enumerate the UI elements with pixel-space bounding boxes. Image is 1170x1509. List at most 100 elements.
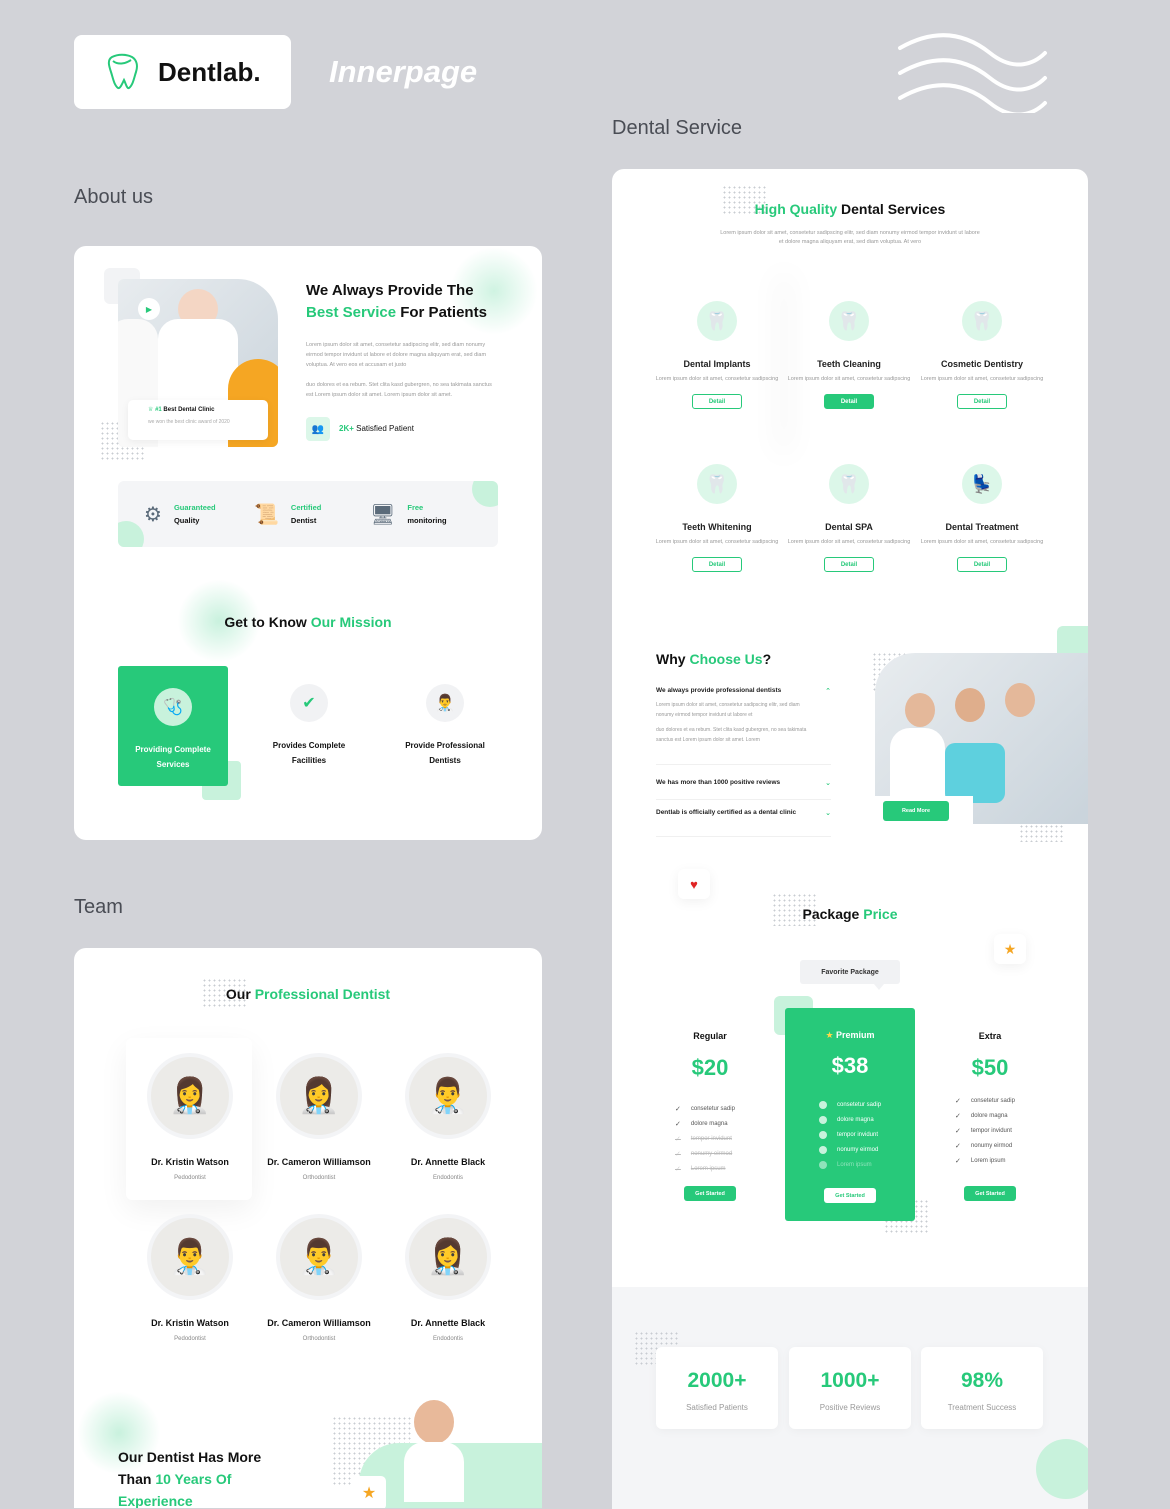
thumbs-up-badge-icon: ⚙ bbox=[144, 503, 162, 526]
why-title: Why Choose Us? bbox=[656, 651, 772, 667]
tooth-shield-icon: 🦷 bbox=[829, 464, 869, 504]
check-circle-icon bbox=[819, 1115, 827, 1124]
service-desc: Lorem ipsum dolor sit amet, consetetur s… bbox=[920, 539, 1044, 545]
team-card: Our Professional Dentist 👩‍⚕️ Dr. Kristin… bbox=[74, 948, 542, 1508]
plan-price: $20 bbox=[691, 1055, 729, 1080]
get-started-button[interactable]: Get Started bbox=[964, 1186, 1016, 1201]
stat-value: 1000+ bbox=[820, 1369, 880, 1392]
mission-card-facilities[interactable]: ✔ Provides Complete Facilities bbox=[254, 684, 364, 768]
plan-name: Regular bbox=[693, 1031, 727, 1041]
doctor-role: Pedodontist bbox=[174, 1175, 206, 1181]
award-icon: ♕ bbox=[148, 407, 154, 413]
faq-question: We has more than 1000 positive reviews bbox=[656, 779, 781, 786]
plan-feature: ✓ consetetur sadip bbox=[675, 1105, 735, 1113]
award-title: Best Dental Clinic bbox=[163, 407, 215, 413]
service-desc: Lorem ipsum dolor sit amet, consetetur s… bbox=[920, 376, 1044, 382]
dentists-group-icon: 👨‍⚕️ bbox=[426, 684, 464, 722]
brand-name: Dentlab. bbox=[158, 56, 261, 87]
services-title: High Quality Dental Services bbox=[754, 201, 946, 217]
tooth-magnifier-icon: 🦷 bbox=[962, 301, 1002, 341]
team-title: Our Professional Dentist bbox=[225, 986, 391, 1002]
doctor-card[interactable]: 👨‍⚕️ Dr. Cameron Williamson Orthodontist bbox=[255, 1214, 383, 1342]
detail-button[interactable]: Detail bbox=[957, 394, 1007, 409]
doctor-photo: 👨‍⚕️ bbox=[147, 1214, 233, 1300]
features-strip: ⚙ Guaranteed Quality 📜 Certified Dentist 🖥… bbox=[118, 481, 498, 547]
shining-tooth-icon: 🦷 bbox=[697, 464, 737, 504]
mission-label: Provides Complete Facilities bbox=[272, 741, 346, 765]
section-label-dental-service: Dental Service bbox=[612, 117, 743, 139]
check-icon: ✓ bbox=[955, 1097, 961, 1105]
award-subtitle: we won the best clinic award of 2020 bbox=[148, 419, 230, 425]
plan-feature: nonumy eirmod bbox=[785, 1142, 915, 1157]
doctor-card[interactable]: 👨‍⚕️ Dr. Annette Black Endodontis bbox=[384, 1053, 512, 1181]
service-desc: Lorem ipsum dolor sit amet, consetetur s… bbox=[655, 539, 779, 545]
check-circle-icon bbox=[819, 1130, 827, 1139]
plan-extra: Extra $50 ✓ consetetur sadip ✓ dolore magn… bbox=[935, 1031, 1045, 1201]
play-video-button[interactable]: ▶ bbox=[138, 298, 160, 320]
faq-answer: Lorem ipsum dolor sit amet, consetetur s… bbox=[656, 702, 800, 718]
plan-regular: Regular $20 ✓ consetetur sadip ✓ dolore ma… bbox=[655, 1031, 765, 1201]
chevron-up-icon[interactable]: ⌃ bbox=[825, 687, 831, 695]
patients-icon: 👥 bbox=[306, 417, 330, 441]
favorite-package-tag: Favorite Package bbox=[800, 960, 900, 984]
service-dental-implants[interactable]: 🦷 Dental Implants Lorem ipsum dolor sit am… bbox=[652, 301, 782, 409]
service-dental-treatment[interactable]: 💺 Dental Treatment Lorem ipsum dolor sit a… bbox=[917, 464, 1047, 572]
award-rank: #1 bbox=[155, 407, 162, 413]
star-icon: ★ bbox=[994, 934, 1026, 964]
doctor-card[interactable]: 👨‍⚕️ Dr. Kristin Watson Pedodontist bbox=[126, 1214, 254, 1342]
stats-section: 2000+ Satisfied Patients 1000+ Positive Re… bbox=[612, 1287, 1088, 1509]
detail-button[interactable]: Detail bbox=[692, 557, 742, 572]
check-icon: ✓ bbox=[675, 1165, 681, 1173]
service-teeth-cleaning[interactable]: 🦷 Teeth Cleaning Lorem ipsum dolor sit ame… bbox=[784, 301, 914, 409]
plan-feature-disabled: Lorem ipsum bbox=[785, 1157, 915, 1172]
waves-decoration-icon bbox=[898, 33, 1047, 113]
detail-button[interactable]: Detail bbox=[824, 557, 874, 572]
doctor-card[interactable]: 👩‍⚕️ Dr. Kristin Watson Pedodontist bbox=[126, 1053, 254, 1181]
plan-feature: dolore magna bbox=[785, 1112, 915, 1127]
senior-dentist-photo bbox=[404, 1400, 464, 1502]
satisfied-patients: 2K+ Satisfied Patient bbox=[339, 424, 414, 433]
plan-name: ★ Premium bbox=[825, 1030, 875, 1040]
service-teeth-whitening[interactable]: 🦷 Teeth Whitening Lorem ipsum dolor sit am… bbox=[652, 464, 782, 572]
faq-item[interactable]: Dentlab is officially certified as a den… bbox=[656, 809, 831, 837]
faq-item[interactable]: We always provide professional dentists ⌃… bbox=[656, 687, 831, 745]
doctor-card[interactable]: 👩‍⚕️ Dr. Cameron Williamson Orthodontist bbox=[255, 1053, 383, 1181]
tooth-logo-icon bbox=[107, 53, 138, 90]
service-cosmetic-dentistry[interactable]: 🦷 Cosmetic Dentistry Lorem ipsum dolor sit… bbox=[917, 301, 1047, 409]
chevron-down-icon[interactable]: ⌄ bbox=[825, 809, 831, 817]
plan-feature: ✓ Lorem ipsum bbox=[955, 1157, 1006, 1165]
stat-label: Positive Reviews bbox=[819, 1403, 881, 1412]
doctor-photo: 👨‍⚕️ bbox=[405, 1053, 491, 1139]
check-icon: ✓ bbox=[955, 1127, 961, 1135]
detail-button[interactable]: Detail bbox=[824, 394, 874, 409]
about-paragraph-2: duo dolores et ea rebum. Stet clita kasd… bbox=[306, 382, 492, 398]
get-started-button[interactable]: Get Started bbox=[824, 1188, 876, 1203]
feature-certified-dentist: 📜 Certified Dentist bbox=[254, 503, 322, 526]
services-description: Lorem ipsum dolor sit amet, consetetur s… bbox=[720, 230, 980, 245]
stat-label: Treatment Success bbox=[947, 1403, 1017, 1412]
service-title: Teeth Cleaning bbox=[817, 359, 881, 369]
detail-button[interactable]: Detail bbox=[957, 557, 1007, 572]
service-desc: Lorem ipsum dolor sit amet, consetetur s… bbox=[787, 539, 911, 545]
doctor-card[interactable]: 👩‍⚕️ Dr. Annette Black Endodontis bbox=[384, 1214, 512, 1342]
get-started-button[interactable]: Get Started bbox=[684, 1186, 736, 1201]
chevron-down-icon[interactable]: ⌄ bbox=[825, 779, 831, 787]
mission-card-complete-services[interactable]: 🩺 Providing Complete Services bbox=[118, 666, 228, 786]
service-desc: Lorem ipsum dolor sit amet, consetetur s… bbox=[655, 376, 779, 382]
faq-item[interactable]: We has more than 1000 positive reviews ⌄ bbox=[656, 764, 831, 800]
stat-card: 98% Treatment Success bbox=[921, 1347, 1043, 1429]
service-title: Dental Implants bbox=[683, 359, 751, 369]
service-dental-spa[interactable]: 🦷 Dental SPA Lorem ipsum dolor sit amet, c… bbox=[784, 464, 914, 572]
read-more-button[interactable]: Read More bbox=[883, 801, 949, 821]
doctor-name: Dr. Annette Black bbox=[410, 1318, 486, 1328]
check-icon: ✓ bbox=[675, 1135, 681, 1143]
doctor-name: Dr. Cameron Williamson bbox=[267, 1157, 371, 1167]
check-badge-icon: ✔ bbox=[290, 684, 328, 722]
award-badge: ♕ #1 Best Dental Clinic we won the best … bbox=[128, 400, 268, 440]
mission-card-dentists[interactable]: 👨‍⚕️ Provide Professional Dentists bbox=[390, 684, 500, 768]
plan-feature: ✓ tempor invidunt bbox=[955, 1127, 1012, 1135]
plan-feature: tempor invidunt bbox=[785, 1127, 915, 1142]
detail-button[interactable]: Detail bbox=[692, 394, 742, 409]
faq-question: Dentlab is officially certified as a den… bbox=[656, 809, 797, 816]
star-icon: ★ bbox=[825, 1030, 834, 1040]
